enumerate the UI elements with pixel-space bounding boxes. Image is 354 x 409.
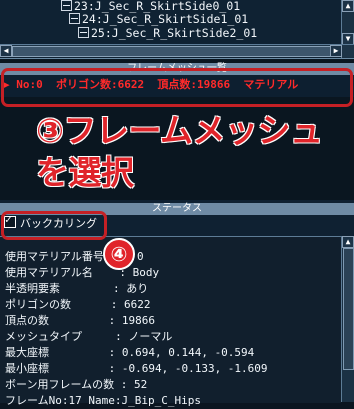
info-line: 半透明要素 : あり	[5, 282, 149, 295]
info-line: 最大座標 : 0.694, 0.144, -0.594	[5, 346, 255, 359]
info-line: フレームNo:17 Name:J_Bip_C_Hips	[5, 394, 201, 407]
tree-item[interactable]: 23:J_Sec_R_SkirtSide0_01	[61, 0, 240, 12]
collapse-icon[interactable]	[78, 27, 89, 38]
step3-number: ③	[36, 111, 64, 150]
status-info-area: 使用マテリアル番号 : 0 使用マテリアル名 : Body 半透明要素 : あり…	[0, 236, 341, 407]
highlight-frame-mesh-row	[1, 68, 353, 107]
info-line: 頂点の数 : 19866	[5, 314, 155, 327]
tree-horizontal-scrollbar[interactable]: ◀ ▶	[0, 44, 354, 57]
tree-item-label: 24:J_Sec_R_SkirtSide1_01	[82, 12, 249, 26]
collapse-icon[interactable]	[61, 0, 72, 11]
scroll-right-icon[interactable]: ▶	[330, 45, 342, 57]
highlight-backculling	[1, 211, 107, 240]
scroll-left-icon[interactable]: ◀	[0, 45, 12, 57]
tree-item[interactable]: 24:J_Sec_R_SkirtSide1_01	[69, 13, 248, 25]
frame-tree-panel: 23:J_Sec_R_SkirtSide0_01 24:J_Sec_R_Skir…	[0, 0, 354, 59]
info-line: ポリゴンの数 : 6622	[5, 298, 151, 311]
step3-annotation-line1: ③フレームメッシュ	[36, 104, 323, 152]
scroll-up-icon[interactable]: ▲	[342, 0, 354, 12]
collapse-icon[interactable]	[69, 13, 80, 24]
step3-text: フレームメッシュ	[63, 111, 323, 150]
scroll-up-icon[interactable]: ▲	[342, 236, 354, 248]
scroll-thumb[interactable]	[343, 248, 354, 370]
tree-item-label: 25:J_Sec_R_SkirtSide2_01	[91, 26, 258, 40]
info-line: 最小座標 : -0.694, -0.133, -1.609	[5, 362, 268, 375]
step4-number: ④	[103, 238, 135, 270]
step3-annotation-line2: を選択	[36, 153, 134, 192]
info-line: 使用マテリアル名 : Body	[5, 266, 160, 279]
tree-item[interactable]: 25:J_Sec_R_SkirtSide2_01	[78, 27, 257, 39]
info-line: ボーン用フレームの数 : 52	[5, 378, 148, 391]
scroll-thumb[interactable]	[12, 46, 332, 57]
status-vertical-scrollbar[interactable]: ▲	[341, 236, 354, 402]
info-line: メッシュタイプ : ノーマル	[5, 330, 173, 343]
